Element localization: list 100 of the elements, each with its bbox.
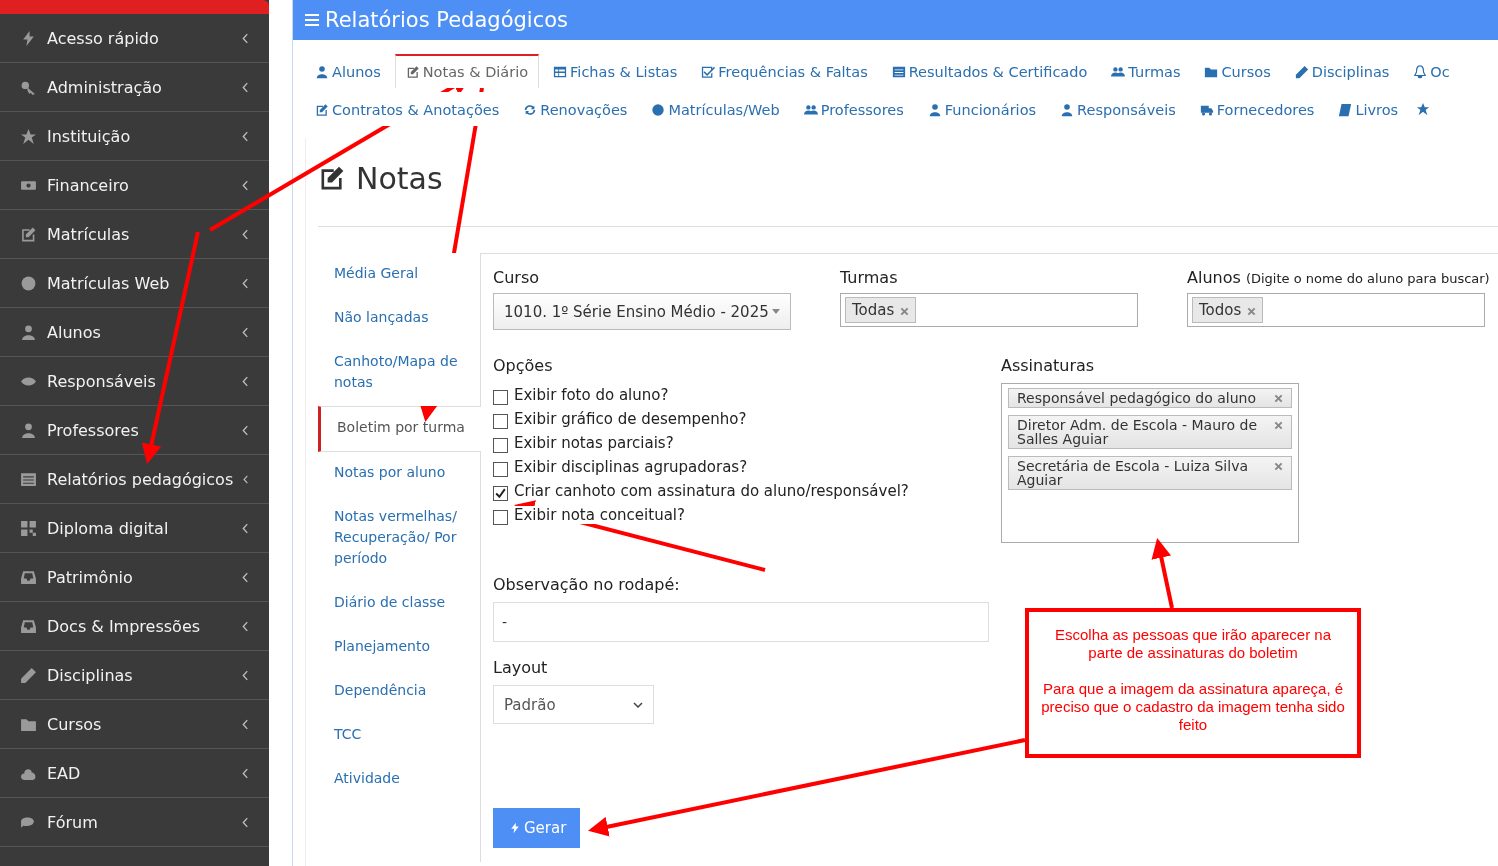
bolt-icon	[509, 821, 521, 835]
person-icon	[1060, 103, 1075, 117]
field-label: Opções	[493, 356, 554, 375]
pencil-icon	[20, 666, 37, 684]
sidebar-item[interactable]: Acesso rápido	[0, 14, 269, 63]
annotation-text: Para que a imagem da assinatura apareça, é preciso que o cadastro da imagem tenha sido feito	[1040, 680, 1346, 734]
course-select[interactable]: 1010. 1º Série Ensino Médio - 2025	[493, 293, 791, 330]
list-icon	[891, 65, 906, 79]
tag: Responsável pedagógico do aluno	[1008, 388, 1292, 408]
chevron-icon	[242, 522, 249, 534]
chevron-icon	[242, 669, 249, 681]
sidebar-item[interactable]: Professores	[0, 406, 269, 455]
sidebar-item[interactable]: Responsáveis	[0, 357, 269, 406]
sidebar-item[interactable]: Administração	[0, 63, 269, 112]
bolt-icon	[20, 29, 37, 47]
checkbox-label: Exibir gráfico de desempenho?	[514, 410, 747, 428]
sidebar-item[interactable]: Alunos	[0, 308, 269, 357]
people-icon	[1111, 65, 1126, 79]
remove-icon[interactable]	[1247, 307, 1257, 316]
people-icon	[803, 103, 818, 117]
sidebar-item[interactable]: EAD	[0, 749, 269, 798]
sidebar-item[interactable]: Fórum	[0, 798, 269, 847]
chevron-icon	[242, 375, 249, 387]
checkbox-label: Exibir notas parciais?	[514, 434, 674, 452]
menu-icon[interactable]	[305, 14, 319, 26]
signature-select[interactable]: Responsável pedagógico do aluno Diretor Adm. de Escola - Mauro de Salles Aguiar Secretária de Escola - Luiza Silva Aguiar	[1001, 383, 1299, 543]
tray-icon	[20, 568, 37, 586]
checkbox[interactable]	[493, 413, 508, 429]
sidebar-item[interactable]: Cursos	[0, 700, 269, 749]
checkbox[interactable]	[493, 509, 508, 525]
tag: Diretor Adm. de Escola - Mauro de Salles Aguiar	[1008, 415, 1292, 449]
sidebar-item[interactable]: Matrículas Web	[0, 259, 269, 308]
sidebar-item[interactable]: Instituição	[0, 112, 269, 161]
chevron-icon	[242, 228, 249, 240]
remove-icon[interactable]	[1274, 394, 1283, 403]
refresh-icon	[523, 103, 538, 117]
chevron-icon	[242, 718, 249, 730]
chevron-icon	[242, 130, 249, 142]
footer-note-field[interactable]: -	[493, 602, 989, 642]
person-icon	[20, 421, 37, 439]
annotation-text: Escolha as pessoas que irão aparecer na parte de assinaturas do boletim	[1054, 626, 1332, 662]
chevron-icon	[242, 816, 249, 828]
generate-button[interactable]: Gerar	[493, 808, 581, 848]
field-label: Assinaturas	[1001, 356, 1096, 375]
sidebar-item[interactable]: Relatórios pedagógicos	[0, 455, 269, 504]
field-label: Turmas	[840, 268, 899, 287]
tray-icon	[20, 617, 37, 635]
student-select[interactable]: Todos	[1187, 293, 1485, 327]
checkbox-label: Exibir nota conceitual?	[514, 506, 685, 524]
folder-icon	[1204, 65, 1219, 79]
tab[interactable]: Notas & Diário	[394, 54, 540, 88]
table-icon	[553, 65, 568, 79]
bell-icon	[1413, 65, 1428, 79]
sidebar-item[interactable]: Docs & Impressões	[0, 602, 269, 651]
checkbox[interactable]	[493, 485, 508, 501]
sidebar-item[interactable]: Matrículas	[0, 210, 269, 259]
checkbox[interactable]	[493, 461, 508, 477]
remove-icon[interactable]	[900, 307, 910, 316]
person-icon	[315, 65, 329, 79]
sidebar-item[interactable]: Patrimônio	[0, 553, 269, 602]
chevron-icon	[633, 701, 643, 708]
chevron-icon	[242, 571, 249, 583]
layout-select[interactable]: Padrão	[493, 685, 654, 724]
checkbox-icon	[701, 65, 716, 79]
sidebar-item[interactable]: Diploma digital	[0, 504, 269, 553]
chevron-icon	[242, 424, 249, 436]
tag: Todas	[845, 297, 917, 323]
tag: Secretária de Escola - Luiza Silva Aguiar	[1008, 456, 1292, 490]
chevron-icon	[242, 277, 249, 289]
star-icon	[20, 127, 37, 145]
chevron-icon	[243, 473, 249, 485]
field-label: Layout	[493, 658, 548, 677]
sidebar-item[interactable]: Disciplinas	[0, 651, 269, 700]
grid-icon	[20, 519, 37, 537]
book-icon	[1338, 103, 1353, 117]
checkbox[interactable]	[493, 389, 508, 405]
person-icon	[20, 323, 37, 341]
person-icon	[927, 103, 942, 117]
chevron-icon	[242, 81, 249, 93]
field-label: Curso	[493, 268, 540, 287]
list-icon	[20, 470, 37, 488]
star-icon[interactable]	[1416, 102, 1431, 116]
side-tab[interactable]: Boletim por turma	[318, 406, 481, 452]
class-select[interactable]: Todas	[840, 293, 1138, 327]
sidebar-item[interactable]: Financeiro	[0, 161, 269, 210]
remove-icon[interactable]	[1274, 462, 1283, 471]
remove-icon[interactable]	[1274, 421, 1283, 430]
chevron-icon	[242, 179, 249, 191]
pencil-icon	[1294, 65, 1309, 79]
field-label: Alunos (Digite o nome do aluno para buscar)	[1187, 268, 1490, 287]
chevron-icon	[242, 326, 249, 338]
chevron-icon	[242, 620, 249, 632]
page-header-title: Relatórios Pedagógicos	[325, 8, 568, 32]
chevron-icon	[242, 32, 249, 44]
caret-icon	[772, 309, 780, 314]
tag: Todos	[1192, 297, 1264, 323]
chevron-icon	[242, 767, 249, 779]
edit-icon	[405, 65, 420, 79]
page-title: Notas	[356, 160, 443, 196]
checkbox[interactable]	[493, 437, 508, 453]
